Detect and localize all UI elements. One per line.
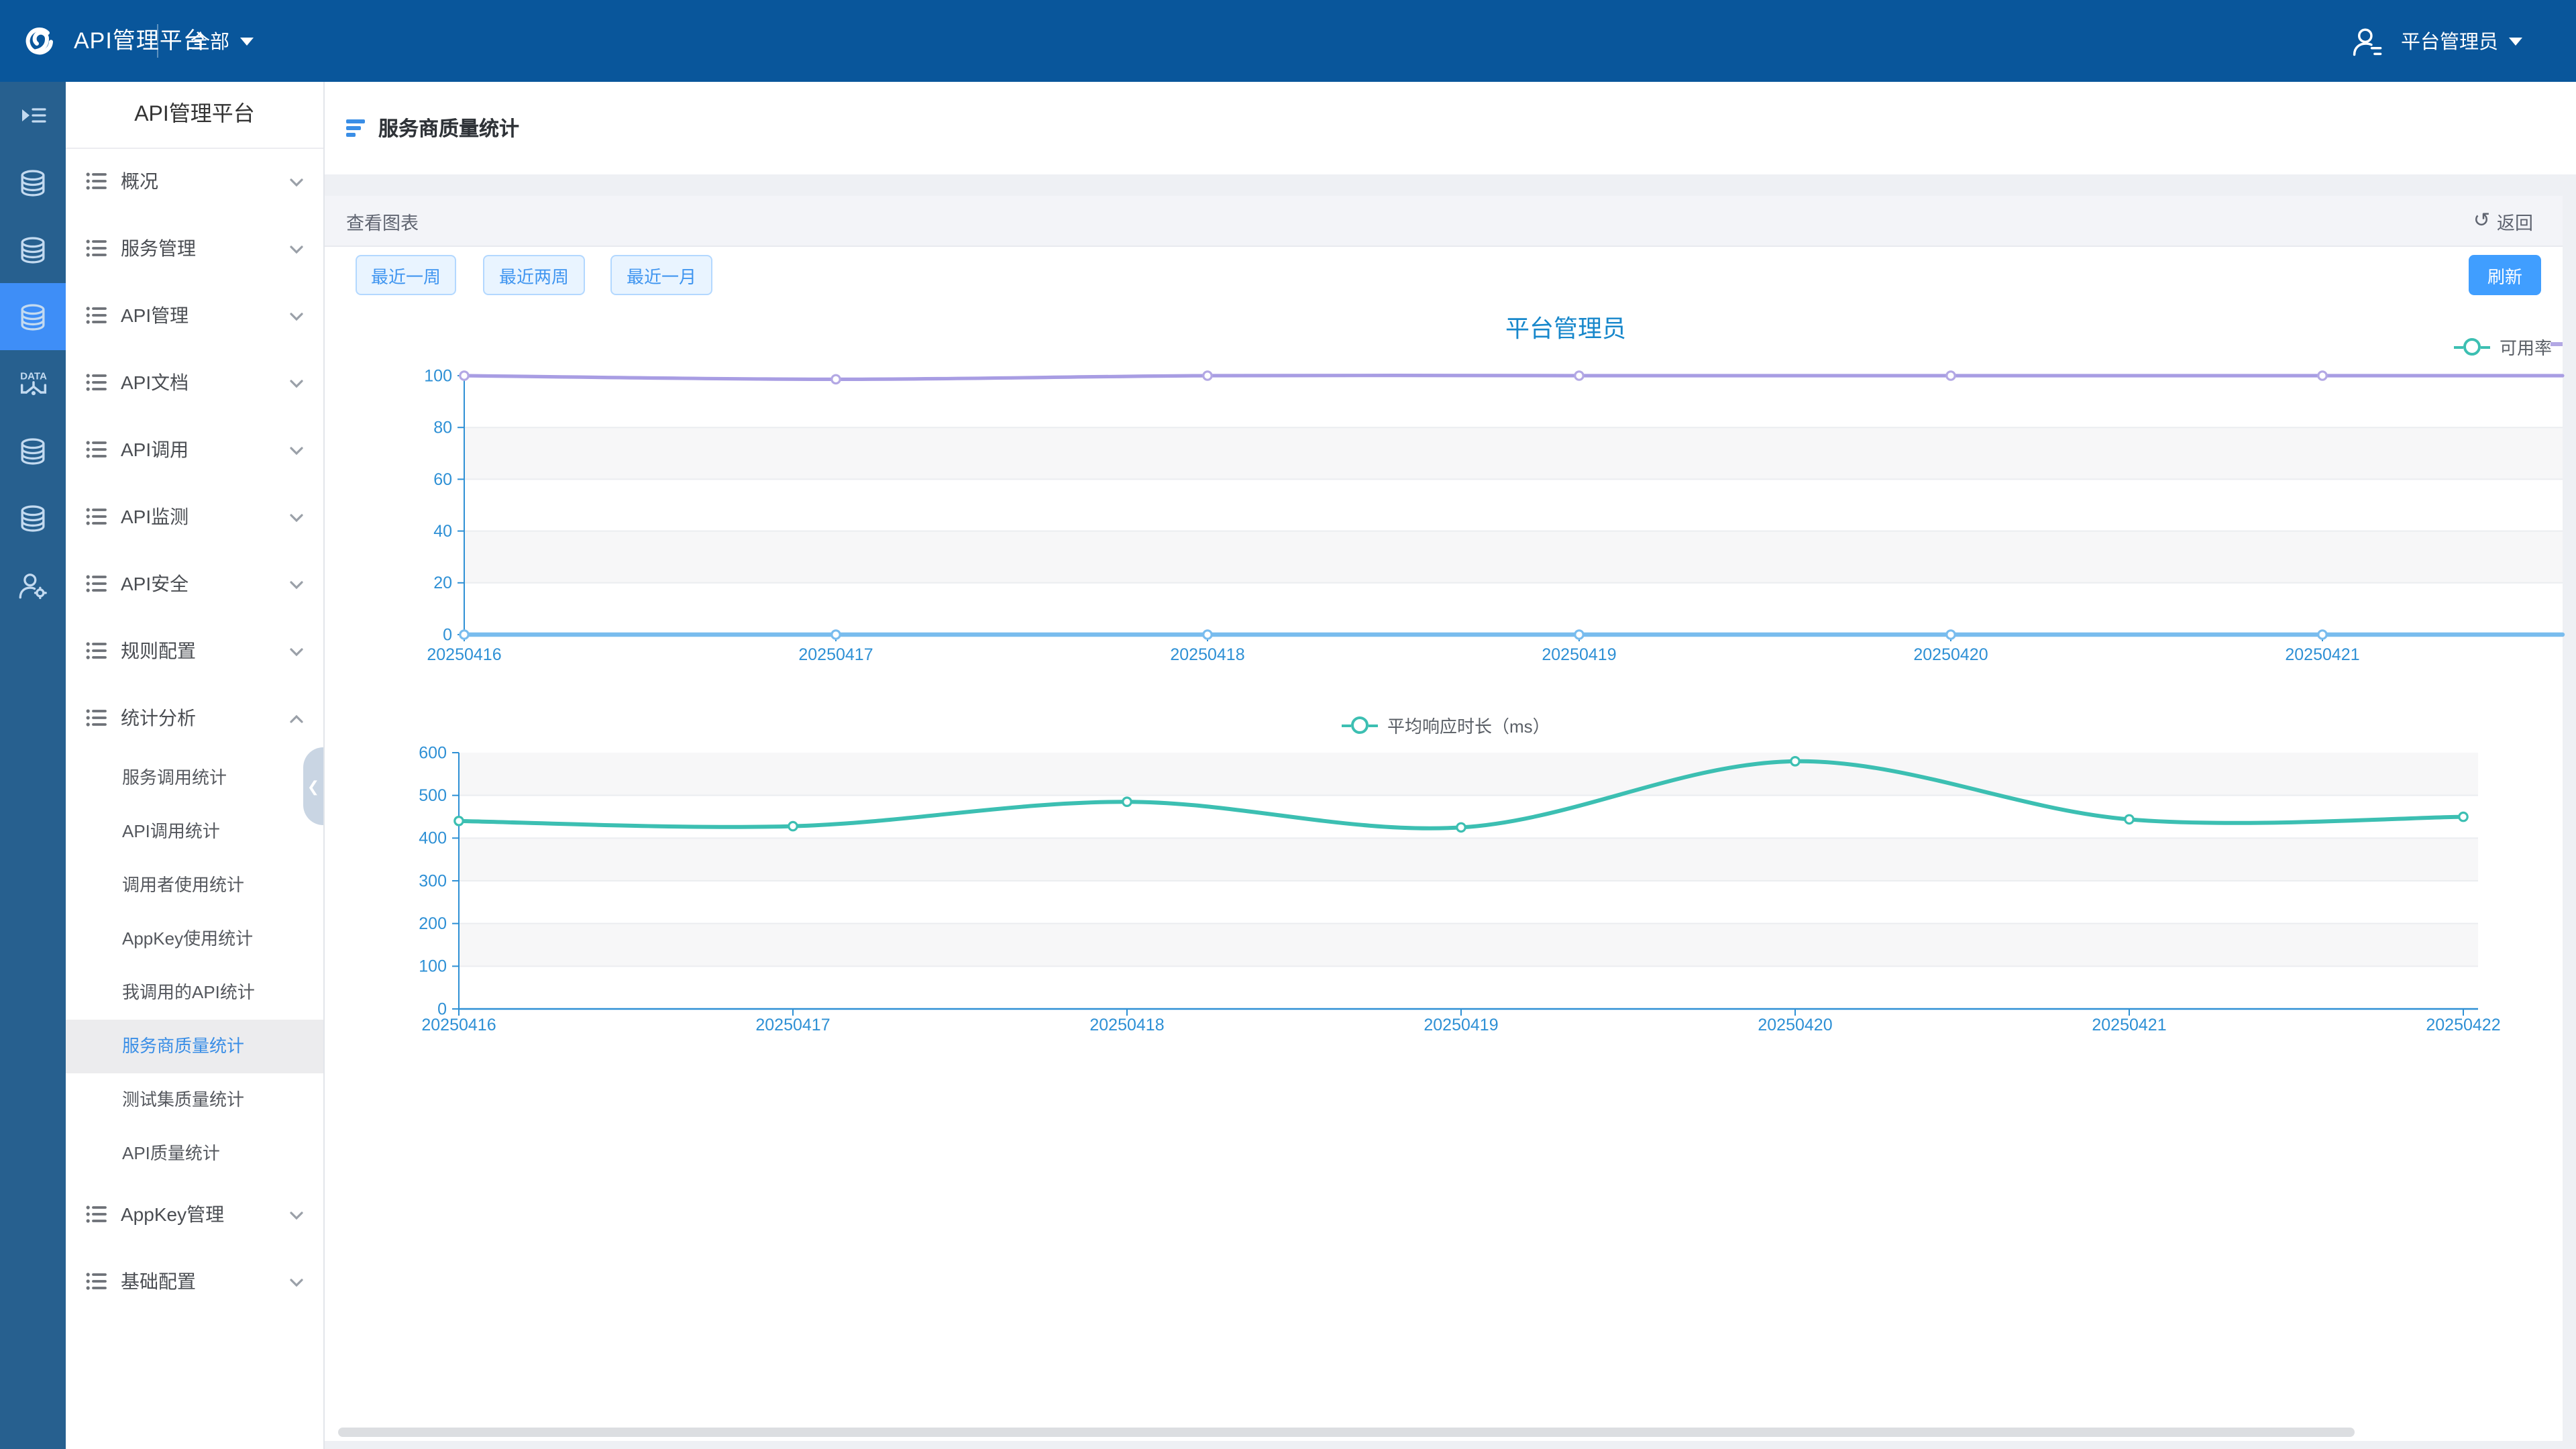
chart-title: 平台管理员 [1505,310,1626,345]
navbar-divider [157,24,158,58]
database-icon [16,300,50,333]
sidebar-title: API管理平台 [66,82,323,149]
sidebar-item-统计分析[interactable]: 统计分析 [66,684,323,751]
clipped-legend-marker-icon [2551,342,2563,345]
legend-marker-icon [1342,716,1378,734]
sidebar-subitem-调用者使用统计[interactable]: 调用者使用统计 [66,859,323,912]
chevron-down-icon [240,37,254,45]
page-title: 服务商质量统计 [378,114,519,142]
chevron-down-icon [288,1206,305,1222]
chevron-down-icon [288,508,305,525]
refresh-button[interactable]: 刷新 [2469,255,2541,295]
legend-marker-icon [2454,338,2490,356]
sidebar-subitem-测试集质量统计[interactable]: 测试集质量统计 [66,1073,323,1127]
list-icon [85,236,109,260]
chevron-down-icon [288,307,305,323]
list-icon [85,504,109,529]
sidebar-subitem-服务调用统计[interactable]: 服务调用统计 [66,751,323,805]
rail-item-database[interactable] [0,417,66,484]
chevron-down-icon [2509,37,2522,45]
horizontal-scrollbar-thumb[interactable] [338,1428,2355,1437]
back-button[interactable]: ↺ 返回 [2473,207,2533,234]
header-seam [325,174,2576,196]
list-icon [85,169,109,193]
list-icon [85,572,109,596]
list-icon [85,706,109,730]
app-title: API管理平台 [74,0,207,82]
range-month-button[interactable]: 最近一月 [610,255,712,295]
chevron-up-icon [288,710,305,726]
svg-text:DATA: DATA [19,371,46,382]
database-icon [16,166,50,199]
sidebar-item-基础配置[interactable]: 基础配置 [66,1248,323,1315]
panel-header-label: 查看图表 [346,207,419,234]
user-menu[interactable]: 平台管理员 [2349,0,2522,82]
rail-item-user-settings[interactable] [0,551,66,619]
sidebar-item-API文档[interactable]: API文档 [66,349,323,416]
chevron-down-icon [288,173,305,189]
chevron-down-icon [288,576,305,592]
sidebar-item-API调用[interactable]: API调用 [66,416,323,483]
user-name: 平台管理员 [2401,27,2498,55]
sidebar-item-API安全[interactable]: API安全 [66,550,323,617]
sidebar-subitem-API质量统计[interactable]: API质量统计 [66,1127,323,1181]
right-gutter [2563,196,2576,1449]
legend-availability[interactable]: 可用率 [2454,334,2552,360]
user-settings-icon [16,568,50,602]
list-icon [85,303,109,327]
data-flow-icon: DATA [15,366,50,401]
rail-item-database[interactable] [0,283,66,350]
sidebar-item-API监测[interactable]: API监测 [66,483,323,550]
page-header: 服务商质量统计 [325,82,2576,174]
chevron-down-icon [288,643,305,659]
panel-toolbar: 查看图表 ↺ 返回 [325,196,2563,247]
sidebar-item-服务管理[interactable]: 服务管理 [66,215,323,282]
list-icon [85,639,109,663]
sidebar-collapse-handle[interactable]: ❮ [303,747,323,825]
chevron-down-icon [288,374,305,390]
rail-item-menu-expand[interactable] [0,82,66,149]
app-root: API管理平台 全部 平台管理员 DATA API管理平台 概况服务管理API管… [0,0,2576,1449]
chart-panel [325,247,2563,1441]
sidebar-subitem-我调用的API统计[interactable]: 我调用的API统计 [66,966,323,1020]
range-two-weeks-button[interactable]: 最近两周 [483,255,585,295]
bottom-gutter [325,1441,2576,1449]
database-icon [16,233,50,266]
database-icon [16,434,50,468]
chevron-down-icon [288,441,305,458]
list-icon [85,1202,109,1226]
database-icon [16,501,50,535]
icon-rail: DATA [0,82,66,1449]
sidebar-item-概况[interactable]: 概况 [66,148,323,215]
page-title-icon [346,119,366,138]
chevron-down-icon [288,1273,305,1289]
sidebar-menu: 概况服务管理API管理API文档API调用API监测API安全规则配置统计分析服… [66,148,323,1315]
range-week-button[interactable]: 最近一周 [356,255,456,295]
undo-arrow-icon: ↺ [2473,211,2490,231]
sidebar-subitem-AppKey使用统计[interactable]: AppKey使用统计 [66,912,323,966]
list-icon [85,1269,109,1293]
rail-item-database[interactable] [0,149,66,216]
sidebar-item-规则配置[interactable]: 规则配置 [66,617,323,684]
top-navbar: API管理平台 全部 平台管理员 [0,0,2576,82]
menu-expand-icon [17,99,49,131]
brand-logo-icon [19,20,59,60]
rail-item-database[interactable] [0,484,66,551]
list-icon [85,437,109,462]
sidebar: API管理平台 概况服务管理API管理API文档API调用API监测API安全规… [66,82,325,1449]
legend-response-time[interactable]: 平均响应时长（ms） [1342,712,1550,738]
sidebar-subitem-API调用统计[interactable]: API调用统计 [66,805,323,859]
scope-dropdown[interactable]: 全部 [191,0,254,82]
sidebar-item-API管理[interactable]: API管理 [66,282,323,349]
sidebar-subitem-服务商质量统计[interactable]: 服务商质量统计 [66,1020,323,1073]
list-icon [85,370,109,394]
sidebar-item-AppKey管理[interactable]: AppKey管理 [66,1181,323,1248]
rail-item-database[interactable] [0,216,66,283]
rail-item-data-flow[interactable]: DATA [0,350,66,417]
user-icon [2349,23,2383,58]
chevron-down-icon [288,240,305,256]
